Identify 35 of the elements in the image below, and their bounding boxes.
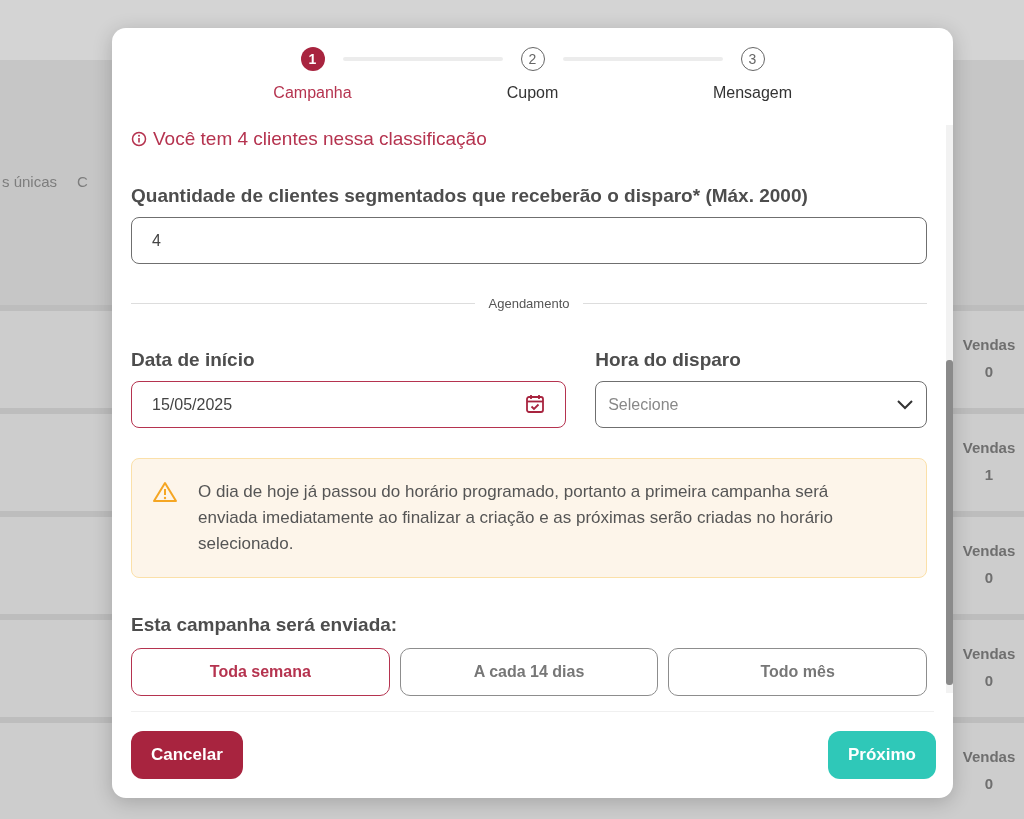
info-message: Você tem 4 clientes nessa classificação bbox=[153, 127, 487, 151]
cell-value: 1 bbox=[983, 465, 995, 485]
warning-message: O dia de hoje já passou do horário programado, portanto a primeira campanha será enviada imediatamente ao finalizar a criação e as próximas serão criadas no horário selecionado. bbox=[198, 481, 834, 555]
divider-label: Agendamento bbox=[488, 295, 570, 313]
date-field[interactable]: 15/05/2025 bbox=[131, 381, 567, 428]
column-label: Vendas bbox=[961, 644, 1017, 664]
calendar-icon[interactable] bbox=[524, 393, 547, 415]
cell-value: 0 bbox=[983, 671, 995, 691]
step-label[interactable]: Campanha bbox=[273, 81, 352, 105]
cell-value: 0 bbox=[983, 362, 995, 382]
frequency-option[interactable]: A cada 14 dias bbox=[399, 647, 659, 696]
frequency-option[interactable]: Todo mês bbox=[668, 647, 927, 696]
header-text: s únicas bbox=[2, 172, 58, 193]
step-label[interactable]: Cupom bbox=[506, 81, 559, 105]
frequency-option[interactable]: Toda semana bbox=[131, 647, 390, 696]
column-label: Vendas bbox=[961, 747, 1017, 767]
quantity-field[interactable]: 4 bbox=[131, 217, 927, 264]
field-label: Esta campanha será enviada: bbox=[131, 613, 399, 637]
field-label: Hora do disparo bbox=[595, 347, 742, 372]
cancel-button[interactable]: Cancelar bbox=[131, 731, 243, 779]
cell-value: 0 bbox=[983, 774, 995, 794]
column-label: Vendas bbox=[961, 438, 1017, 458]
scrollbar[interactable] bbox=[946, 125, 953, 693]
step-number[interactable]: 1 bbox=[300, 47, 325, 71]
header-text: C bbox=[77, 172, 88, 193]
column-label: Vendas bbox=[961, 541, 1017, 561]
info-icon bbox=[131, 131, 147, 148]
column-label: Vendas bbox=[961, 335, 1017, 355]
step-label[interactable]: Mensagem bbox=[712, 81, 793, 105]
field-label: Quantidade de clientes segmentados que receberão o disparo* (Máx. 2000) bbox=[131, 183, 809, 208]
chevron-down-icon bbox=[896, 398, 914, 411]
cell-value: 0 bbox=[983, 568, 995, 588]
warning-icon bbox=[152, 481, 178, 503]
field-label: Data de início bbox=[131, 347, 256, 372]
time-select[interactable]: Selecione bbox=[595, 381, 927, 428]
